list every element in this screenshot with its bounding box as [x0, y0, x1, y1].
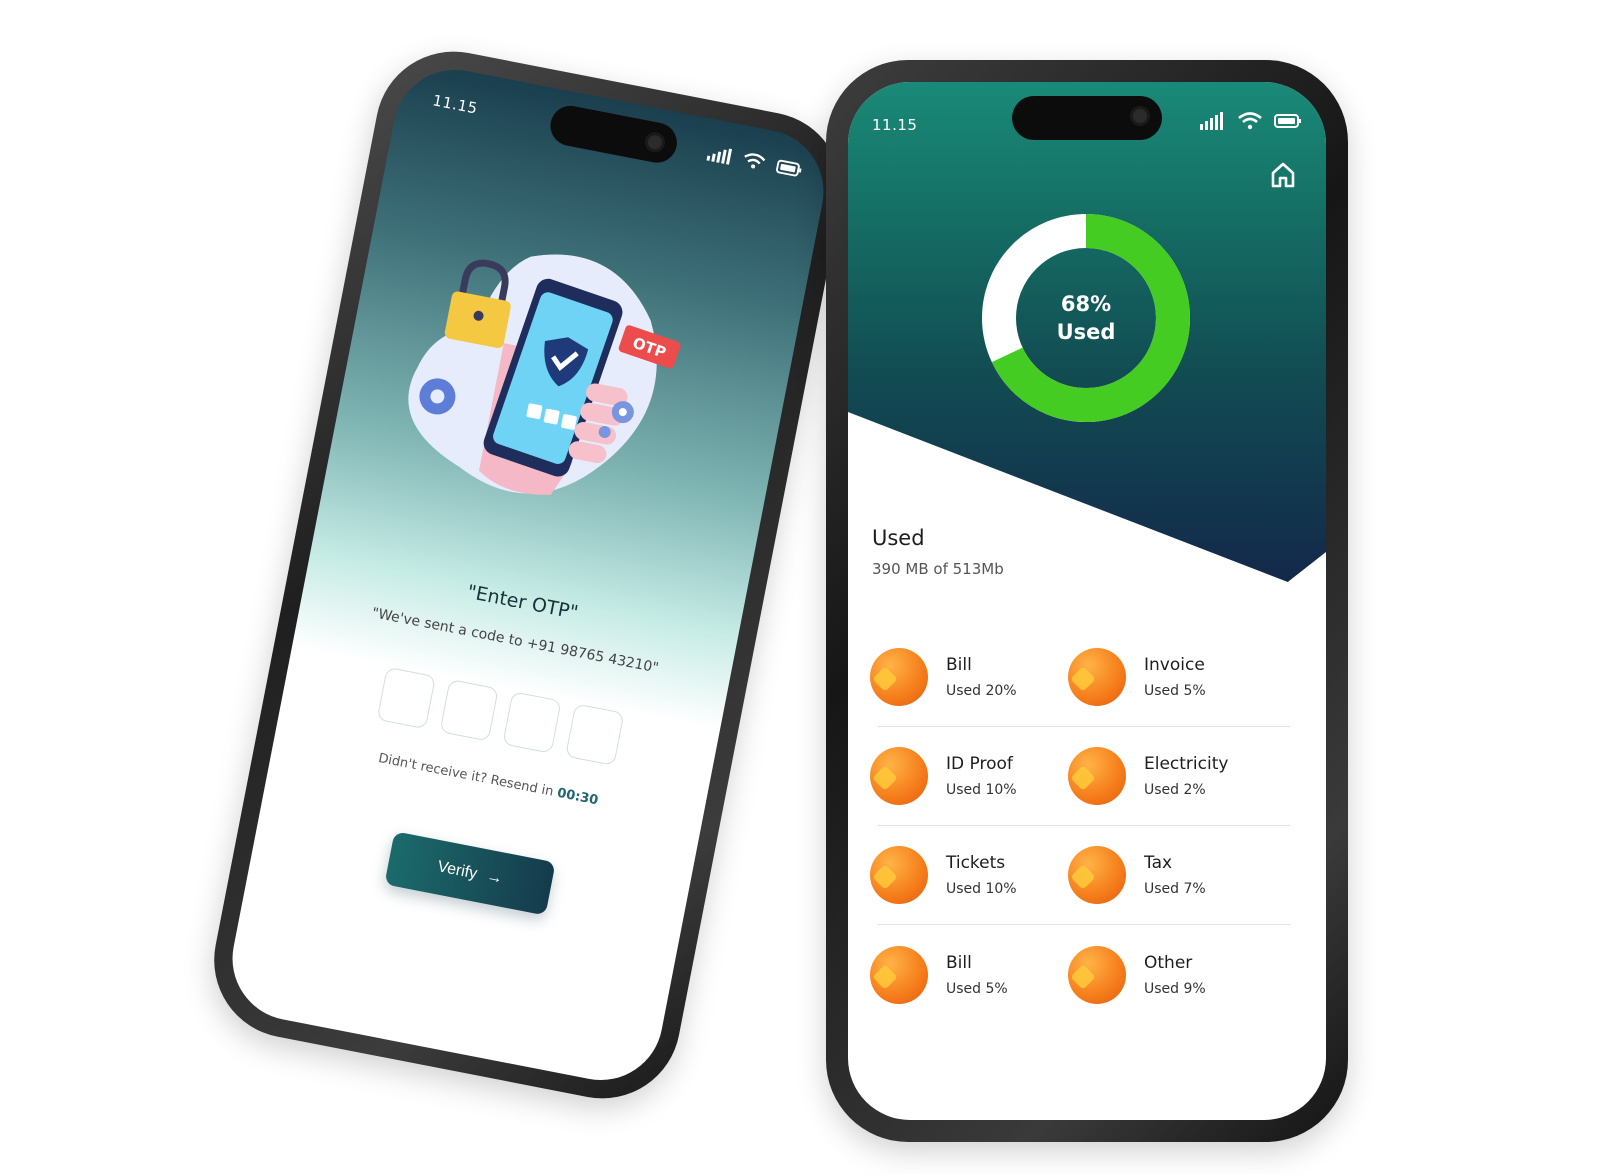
category-usage: Used 2%: [1144, 782, 1206, 798]
category-name: ID Proof: [946, 754, 1013, 774]
status-time: 11.15: [872, 116, 918, 134]
category-usage: Used 5%: [946, 980, 1008, 997]
category-item[interactable]: Bill Used 20%: [870, 628, 1076, 726]
category-row: Tickets Used 10% Tax Used 7%: [870, 826, 1290, 925]
category-name: Tickets: [946, 853, 1006, 873]
category-name: Bill: [946, 655, 972, 675]
otp-digit-4[interactable]: [565, 703, 625, 766]
donut-percent: 68%: [1060, 292, 1112, 316]
category-icon: [870, 945, 928, 1004]
category-icon: [1068, 945, 1126, 1004]
camera-icon: [1130, 106, 1150, 126]
donut-label: 68% Used: [980, 290, 1192, 346]
verify-button[interactable]: Verify →: [384, 831, 556, 916]
category-usage: Used 20%: [946, 683, 1017, 699]
status-time: 11.15: [431, 91, 480, 118]
dynamic-island: [1012, 96, 1162, 140]
category-item[interactable]: Invoice Used 5%: [1068, 628, 1274, 726]
category-icon: [1068, 747, 1126, 805]
resend-text: Didn't receive it? Resend in: [377, 750, 555, 800]
category-name: Bill: [946, 952, 972, 973]
wifi-icon: [744, 153, 766, 169]
category-item[interactable]: ID Proof Used 10%: [870, 727, 1076, 825]
used-title: Used: [872, 526, 925, 550]
wifi-icon: [1238, 112, 1262, 130]
otp-illustration: OTP: [408, 254, 681, 495]
category-item[interactable]: Tickets Used 10%: [870, 826, 1076, 924]
category-grid: Bill Used 20% Invoice Used 5% ID Proof Used…: [870, 628, 1290, 1024]
resend-timer[interactable]: 00:30: [556, 786, 599, 809]
status-icons: [706, 145, 803, 179]
category-name: Other: [1144, 952, 1193, 973]
verify-label: Verify: [436, 858, 479, 883]
otp-digit-3[interactable]: [502, 691, 562, 754]
signal-icon: [706, 148, 733, 165]
camera-icon: [643, 130, 667, 154]
otp-digit-1[interactable]: [376, 666, 436, 730]
category-usage: Used 9%: [1144, 980, 1206, 997]
used-subtitle: 390 MB of 513Mb: [872, 560, 1004, 578]
home-icon: [1271, 162, 1295, 188]
category-icon: [1068, 648, 1126, 706]
storage-phone: 11.15 68% Used Used 390 MB of 513Mb Bill…: [826, 60, 1348, 1142]
category-name: Electricity: [1144, 754, 1229, 774]
category-name: Tax: [1144, 853, 1173, 873]
category-usage: Used 5%: [1144, 683, 1206, 699]
otp-phone: 11.15 OTP "Enter OTP" "We've sent a code…: [200, 38, 856, 1112]
category-item[interactable]: Electricity Used 2%: [1068, 727, 1274, 825]
donut-used-text: Used: [1056, 320, 1116, 344]
category-row: Bill Used 5% Other Used 9%: [870, 925, 1290, 1024]
status-icons: [1200, 112, 1302, 130]
category-row: Bill Used 20% Invoice Used 5%: [870, 628, 1290, 727]
category-row: ID Proof Used 10% Electricity Used 2%: [870, 727, 1290, 826]
category-item[interactable]: Bill Used 5%: [870, 925, 1076, 1024]
category-icon: [870, 846, 928, 904]
category-item[interactable]: Other Used 9%: [1068, 925, 1274, 1024]
otp-screen: 11.15 OTP "Enter OTP" "We've sent a code…: [221, 59, 835, 1091]
category-name: Invoice: [1144, 655, 1205, 675]
category-item[interactable]: Tax Used 7%: [1068, 826, 1274, 924]
otp-digit-2[interactable]: [439, 678, 499, 742]
category-usage: Used 10%: [946, 782, 1017, 798]
arrow-right-icon: →: [485, 867, 505, 888]
category-icon: [870, 648, 928, 706]
storage-screen: 11.15 68% Used Used 390 MB of 513Mb Bill…: [848, 82, 1326, 1120]
category-icon: [1068, 846, 1126, 904]
category-usage: Used 10%: [946, 881, 1017, 897]
battery-icon: [1274, 114, 1301, 128]
category-icon: [870, 747, 928, 805]
home-button[interactable]: [1268, 160, 1298, 190]
battery-icon: [775, 159, 802, 177]
dynamic-island: [547, 102, 681, 167]
signal-icon: [1200, 112, 1223, 130]
category-usage: Used 7%: [1144, 881, 1206, 897]
